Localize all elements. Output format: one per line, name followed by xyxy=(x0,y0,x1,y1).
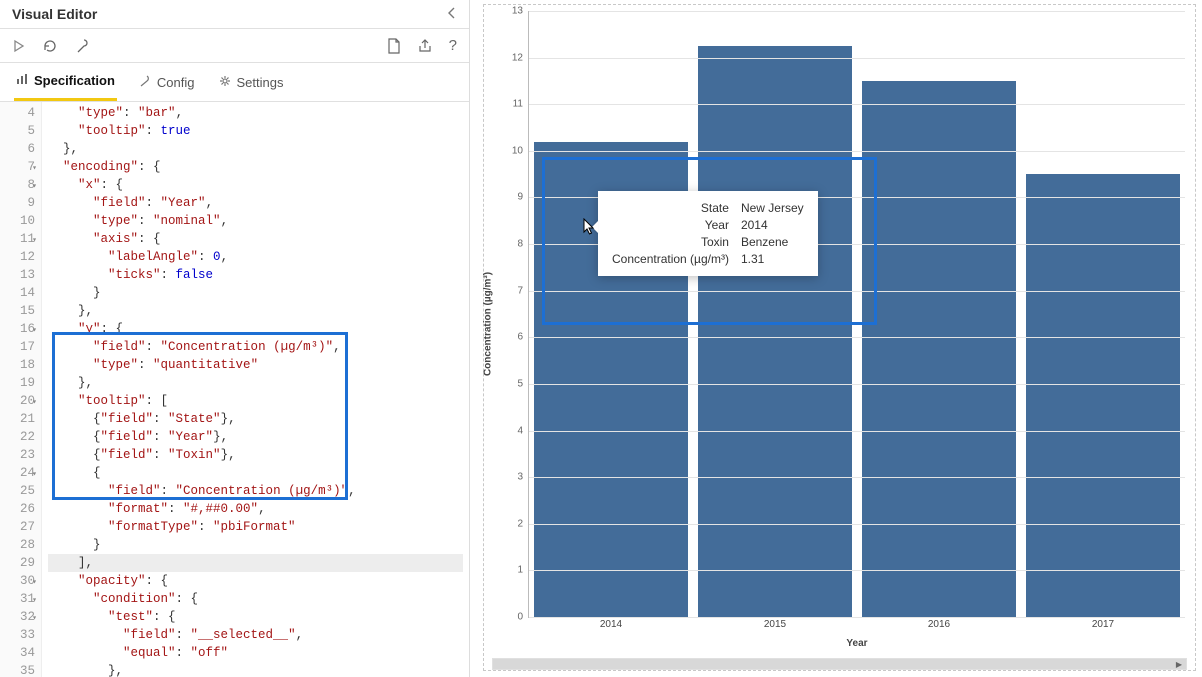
x-tick-label: 2016 xyxy=(928,619,950,630)
plot-area[interactable]: 012345678910111213 2014201520162017 Year xyxy=(528,11,1185,618)
tab-specification[interactable]: Specification xyxy=(14,63,117,101)
bar-chart-icon xyxy=(16,73,28,88)
bars-container xyxy=(529,11,1185,617)
panel-header: Visual Editor xyxy=(0,0,469,29)
chart-inner: Concentration (µg/m³) 012345678910111213… xyxy=(516,11,1185,636)
fix-icon[interactable] xyxy=(74,38,90,54)
tab-settings[interactable]: Settings xyxy=(217,63,286,101)
toolbar: ? xyxy=(0,29,469,63)
help-icon[interactable]: ? xyxy=(449,37,457,54)
bar[interactable] xyxy=(698,46,852,617)
x-axis-title: Year xyxy=(846,638,867,649)
bar[interactable] xyxy=(862,81,1016,617)
bar[interactable] xyxy=(1026,174,1180,617)
app-root: Visual Editor ? xyxy=(0,0,1202,677)
run-icon[interactable] xyxy=(12,39,26,53)
refresh-icon[interactable] xyxy=(42,38,58,54)
editor-tabs: Specification Config Settings xyxy=(0,63,469,102)
wrench-icon xyxy=(139,75,151,90)
x-axis-labels: 2014 2015 2016 2017 xyxy=(529,619,1185,633)
new-file-icon[interactable] xyxy=(387,37,401,54)
chart-frame: Concentration (µg/m³) 012345678910111213… xyxy=(483,4,1196,671)
tooltip-key: Year xyxy=(612,218,729,232)
tooltip-value: 1.31 xyxy=(741,252,804,266)
x-tick-label: 2015 xyxy=(764,619,786,630)
tab-config[interactable]: Config xyxy=(137,63,197,101)
tooltip-key: Toxin xyxy=(612,235,729,249)
chart-tooltip: State New Jersey Year 2014 Toxin Benzene Conce… xyxy=(598,191,818,276)
tooltip-value: New Jersey xyxy=(741,201,804,215)
code-editor[interactable]: 4567▾8▾91011▾1213141516▾17181920▾2122232… xyxy=(0,102,469,677)
x-tick-label: 2014 xyxy=(600,619,622,630)
tooltip-key: Concentration (µg/m³) xyxy=(612,252,729,266)
visual-editor-panel: Visual Editor ? xyxy=(0,0,470,677)
tooltip-value: Benzene xyxy=(741,235,804,249)
x-tick-label: 2017 xyxy=(1092,619,1114,630)
cursor-icon xyxy=(582,218,596,236)
collapse-panel-button[interactable] xyxy=(447,7,457,22)
tooltip-value: 2014 xyxy=(741,218,804,232)
tab-label: Settings xyxy=(237,75,284,90)
chart-panel: Concentration (µg/m³) 012345678910111213… xyxy=(470,0,1202,677)
editor-gutter: 4567▾8▾91011▾1213141516▾17181920▾2122232… xyxy=(0,102,42,677)
tab-label: Config xyxy=(157,75,195,90)
scroll-thumb[interactable] xyxy=(493,659,1186,669)
y-axis-title: Concentration (µg/m³) xyxy=(483,271,494,375)
panel-title: Visual Editor xyxy=(12,6,97,22)
tooltip-key: State xyxy=(612,201,729,215)
editor-content[interactable]: "type": "bar", "tooltip": true }, "encod… xyxy=(42,102,469,677)
export-icon[interactable] xyxy=(417,37,433,54)
horizontal-scrollbar[interactable]: ◀ ▶ xyxy=(492,658,1187,670)
scroll-right-button[interactable]: ▶ xyxy=(1172,659,1186,669)
tab-label: Specification xyxy=(34,73,115,88)
gear-icon xyxy=(219,75,231,90)
